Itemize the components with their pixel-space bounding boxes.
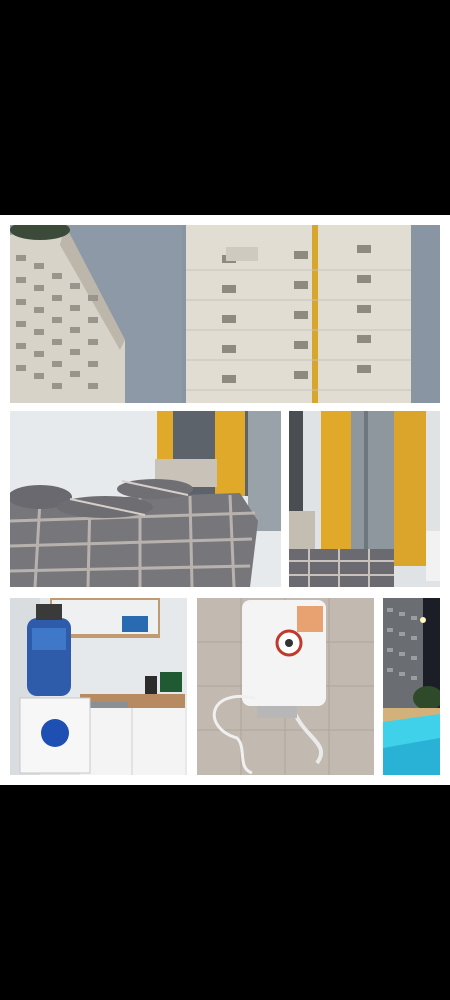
top-black-band: [0, 0, 450, 215]
photo-water-heater[interactable]: [197, 598, 374, 775]
photo-pool-night[interactable]: [383, 598, 440, 775]
photo-collage: [0, 215, 450, 785]
photo-tower-right[interactable]: [182, 225, 440, 403]
photo-tower-left[interactable]: [10, 225, 182, 403]
bottom-black-band: [0, 785, 450, 1000]
photo-bedroom-window[interactable]: [289, 411, 440, 587]
photo-bedroom-wide[interactable]: [10, 411, 281, 587]
photo-kitchenette[interactable]: [10, 598, 187, 775]
